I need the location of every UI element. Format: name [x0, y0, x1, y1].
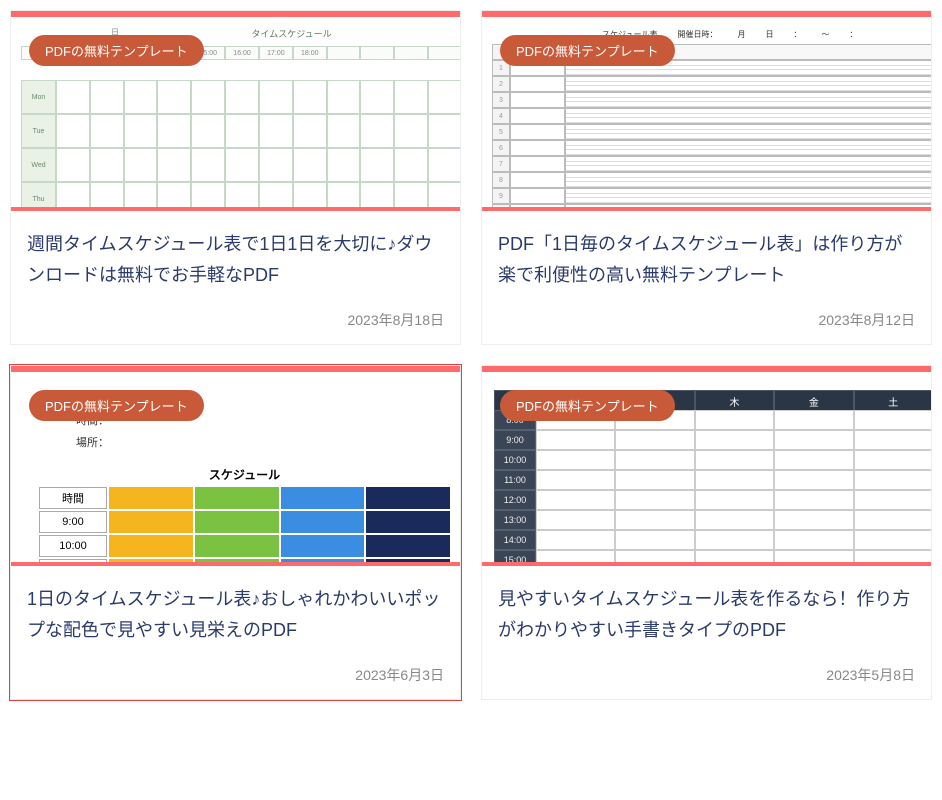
- card-title[interactable]: 週間タイムスケジュール表で1日1日を大切に♪ダウンロードは無料でお手軽なPDF: [27, 229, 444, 290]
- header-label: 開催日時：: [677, 29, 717, 40]
- sched-title: スケジュール: [39, 466, 450, 483]
- template-card[interactable]: PDFの無料テンプレート スケジュール表 開催日時： 月 日 ： ～ ： 123…: [481, 10, 932, 345]
- header-label: 日: [765, 29, 773, 40]
- header-label: ：: [793, 29, 801, 40]
- template-card[interactable]: PDFの無料テンプレート 時間： 場所： スケジュール 時間9:0010:00 …: [10, 365, 461, 700]
- card-body: 1日のタイムスケジュール表♪おしゃれかわいいポップな配色で見やすい見栄えのPDF…: [11, 566, 460, 699]
- card-body: 見やすいタイムスケジュール表を作るなら！作り方がわかりやすい手書きタイプのPDF…: [482, 566, 931, 699]
- template-card[interactable]: PDFの無料テンプレート 水木金土8:009:0010:0011:0012:00…: [481, 365, 932, 700]
- header-label: ～: [821, 29, 829, 40]
- card-grid: PDFの無料テンプレート 日 タイムスケジュール 12:0012:3013:00…: [10, 10, 932, 700]
- header-label: ：: [849, 29, 857, 40]
- card-body: 週間タイムスケジュール表で1日1日を大切に♪ダウンロードは無料でお手軽なPDF …: [11, 211, 460, 344]
- thumb-color-schedule: 時間： 場所： スケジュール 時間9:0010:00: [39, 412, 450, 566]
- thumbnail: PDFの無料テンプレート 時間： 場所： スケジュール 時間9:0010:00: [11, 366, 460, 566]
- category-badge[interactable]: PDFの無料テンプレート: [500, 390, 675, 421]
- field-place: 場所：: [59, 434, 450, 450]
- category-badge[interactable]: PDFの無料テンプレート: [500, 35, 675, 66]
- category-badge[interactable]: PDFの無料テンプレート: [29, 35, 204, 66]
- card-date: 2023年5月8日: [498, 665, 915, 685]
- card-date: 2023年8月18日: [27, 310, 444, 330]
- thumbnail: PDFの無料テンプレート 水木金土8:009:0010:0011:0012:00…: [482, 366, 931, 566]
- card-date: 2023年6月3日: [27, 665, 444, 685]
- card-title[interactable]: 見やすいタイムスケジュール表を作るなら！作り方がわかりやすい手書きタイプのPDF: [498, 584, 915, 645]
- card-body: PDF「1日毎のタイムスケジュール表」は作り方が楽で利便性の高い無料テンプレート…: [482, 211, 931, 344]
- thumbnail: PDFの無料テンプレート 日 タイムスケジュール 12:0012:3013:00…: [11, 11, 460, 211]
- category-badge[interactable]: PDFの無料テンプレート: [29, 390, 204, 421]
- card-title[interactable]: 1日のタイムスケジュール表♪おしゃれかわいいポップな配色で見やすい見栄えのPDF: [27, 584, 444, 645]
- card-title[interactable]: PDF「1日毎のタイムスケジュール表」は作り方が楽で利便性の高い無料テンプレート: [498, 229, 915, 290]
- header-label: 月: [737, 29, 745, 40]
- card-date: 2023年8月12日: [498, 310, 915, 330]
- thumbnail: PDFの無料テンプレート スケジュール表 開催日時： 月 日 ： ～ ： 123…: [482, 11, 931, 211]
- template-card[interactable]: PDFの無料テンプレート 日 タイムスケジュール 12:0012:3013:00…: [10, 10, 461, 345]
